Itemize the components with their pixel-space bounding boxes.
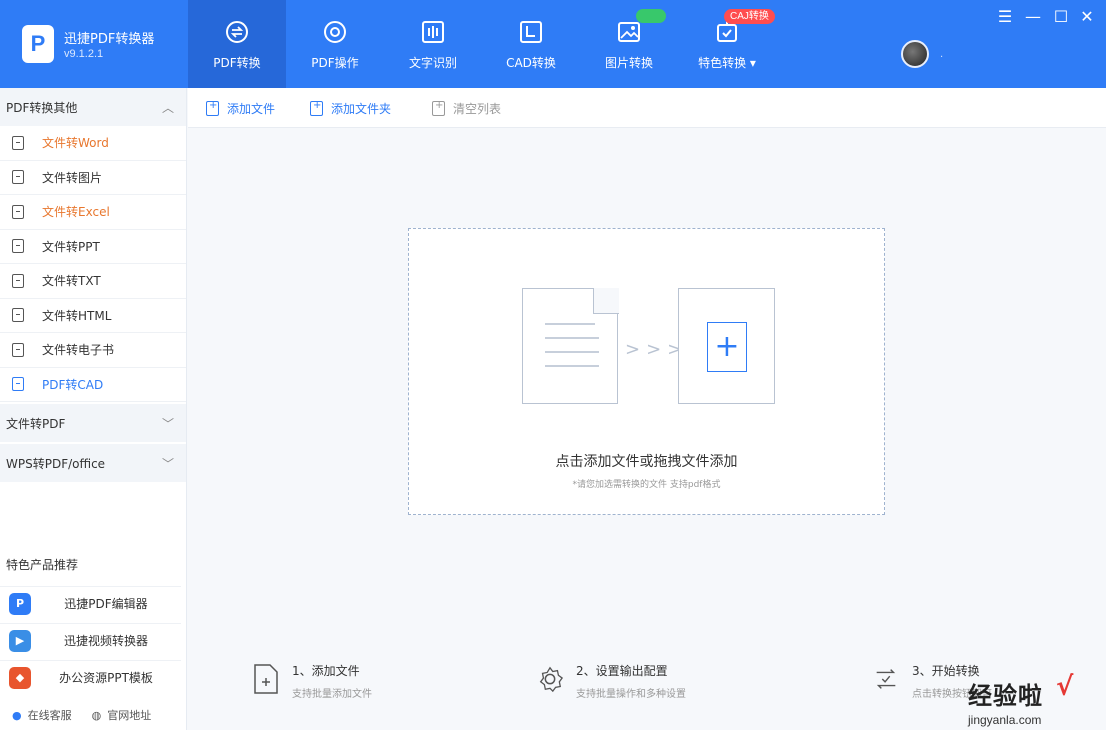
sidebar-item-to-txt[interactable]: 文件转TXT	[0, 264, 186, 299]
nav-text-ocr[interactable]: 文字识别	[384, 0, 482, 88]
sidebar-item-to-html[interactable]: 文件转HTML	[0, 299, 186, 333]
pdf-operate-icon	[321, 18, 349, 46]
sidebar-item-to-word[interactable]: 文件转Word	[0, 126, 186, 161]
product-video-converter[interactable]: ▶ 迅捷视频转换器	[0, 623, 181, 657]
app-logo: P	[22, 25, 54, 63]
add-target-box: +	[678, 288, 775, 404]
sidebar-item-to-image[interactable]: 文件转图片	[0, 161, 186, 195]
nav-pdf-convert[interactable]: PDF转换	[188, 0, 286, 88]
drop-title: 点击添加文件或拖拽文件添加	[555, 454, 738, 470]
title-bar: P 迅捷PDF转换器 v9.1.2.1 PDF转换 PDF操作 文字识别 CAD…	[0, 0, 1106, 88]
globe-icon: ◍	[91, 708, 102, 722]
website-link[interactable]: ◍ 官网地址	[92, 707, 152, 723]
chevron-down-icon: ﹀	[161, 456, 174, 471]
file-icon	[12, 135, 24, 150]
add-folder-icon	[310, 100, 323, 116]
product-pdf-editor[interactable]: P 迅捷PDF编辑器	[0, 586, 181, 620]
nav-image-convert[interactable]: 图片转换	[580, 0, 678, 88]
convert-icon	[223, 18, 251, 46]
top-nav: PDF转换 PDF操作 文字识别 CAD转换 图片转换 CAJ转换 特色转换 ▾	[188, 0, 776, 88]
sidebar-item-pdf-to-cad[interactable]: PDF转CAD	[0, 368, 186, 402]
maximize-button[interactable]: ☐	[1050, 6, 1072, 26]
cad-icon	[517, 18, 545, 46]
ppt-template-icon: ◆	[9, 666, 31, 689]
cad-file-icon	[12, 377, 24, 392]
sidebar-section-pdf-convert[interactable]: PDF转换其他 ︿	[0, 88, 186, 126]
person-icon: ●	[12, 708, 22, 722]
file-drop-zone[interactable]: >>> + 点击添加文件或拖拽文件添加 *请您加选需转换的文件 支持pdf格式	[408, 228, 885, 515]
close-button[interactable]: ✕	[1076, 6, 1098, 26]
new-badge	[636, 9, 666, 23]
nav-cad-convert[interactable]: CAD转换	[482, 0, 580, 88]
file-icon	[12, 239, 24, 254]
step-settings: 2、设置输出配置 支持批量操作和多种设置	[536, 662, 686, 700]
drop-subtitle: *请您加选需转换的文件 支持pdf格式	[572, 480, 721, 490]
chevron-up-icon: ︿	[161, 100, 174, 115]
step-add-file: 1、添加文件 支持批量添加文件	[252, 662, 372, 700]
image-file-icon	[12, 170, 24, 185]
add-file-icon	[206, 100, 219, 116]
app-version: v9.1.2.1	[64, 48, 104, 60]
sidebar-item-to-excel[interactable]: 文件转Excel	[0, 195, 186, 230]
sidebar: PDF转换其他 ︿ 文件转Word 文件转图片 文件转Excel 文件转PPT …	[0, 88, 187, 730]
clear-list-button[interactable]: 清空列表	[432, 100, 501, 117]
nav-special-convert[interactable]: CAJ转换 特色转换 ▾	[678, 0, 776, 88]
file-icon	[12, 204, 24, 219]
online-service-link[interactable]: ● 在线客服	[12, 707, 72, 723]
add-file-button[interactable]: 添加文件	[206, 100, 275, 117]
file-icon	[12, 308, 24, 323]
menu-icon[interactable]: ☰	[994, 6, 1016, 26]
video-converter-icon: ▶	[9, 629, 31, 652]
check-mark-icon: √	[1056, 672, 1074, 702]
watermark: 经验啦 √ jingyanla.com	[968, 672, 1074, 727]
trash-icon	[432, 100, 445, 116]
document-icon	[522, 287, 619, 404]
avatar[interactable]	[901, 40, 929, 68]
chevron-down-icon: ▾	[749, 55, 756, 70]
sidebar-item-to-ebook[interactable]: 文件转电子书	[0, 333, 186, 368]
app-name: 迅捷PDF转换器	[64, 32, 155, 47]
minimize-button[interactable]: —	[1022, 6, 1044, 26]
add-folder-button[interactable]: 添加文件夹	[310, 100, 391, 117]
user-menu-indicator[interactable]: ·	[940, 52, 943, 63]
file-icon	[12, 273, 24, 288]
caj-badge: CAJ转换	[724, 9, 775, 24]
sidebar-section-wps[interactable]: WPS转PDF/office ﹀	[0, 444, 186, 482]
file-icon	[12, 342, 24, 357]
add-file-icon	[252, 662, 280, 696]
plus-icon: +	[707, 322, 747, 372]
pdf-editor-icon: P	[9, 592, 31, 615]
chevron-down-icon: ﹀	[161, 416, 174, 431]
gear-icon	[536, 662, 564, 696]
product-ppt-template[interactable]: ◆ 办公资源PPT模板	[0, 660, 181, 694]
toolbar: 添加文件 添加文件夹 清空列表	[188, 88, 1106, 128]
start-convert-icon	[872, 662, 900, 696]
sidebar-section-file-to-pdf[interactable]: 文件转PDF ﹀	[0, 404, 186, 442]
nav-pdf-operate[interactable]: PDF操作	[286, 0, 384, 88]
text-ocr-icon	[419, 18, 447, 46]
products-title: 特色产品推荐	[6, 558, 79, 572]
sidebar-item-to-ppt[interactable]: 文件转PPT	[0, 230, 186, 264]
bottom-links: ● 在线客服 ◍ 官网地址	[12, 707, 151, 723]
